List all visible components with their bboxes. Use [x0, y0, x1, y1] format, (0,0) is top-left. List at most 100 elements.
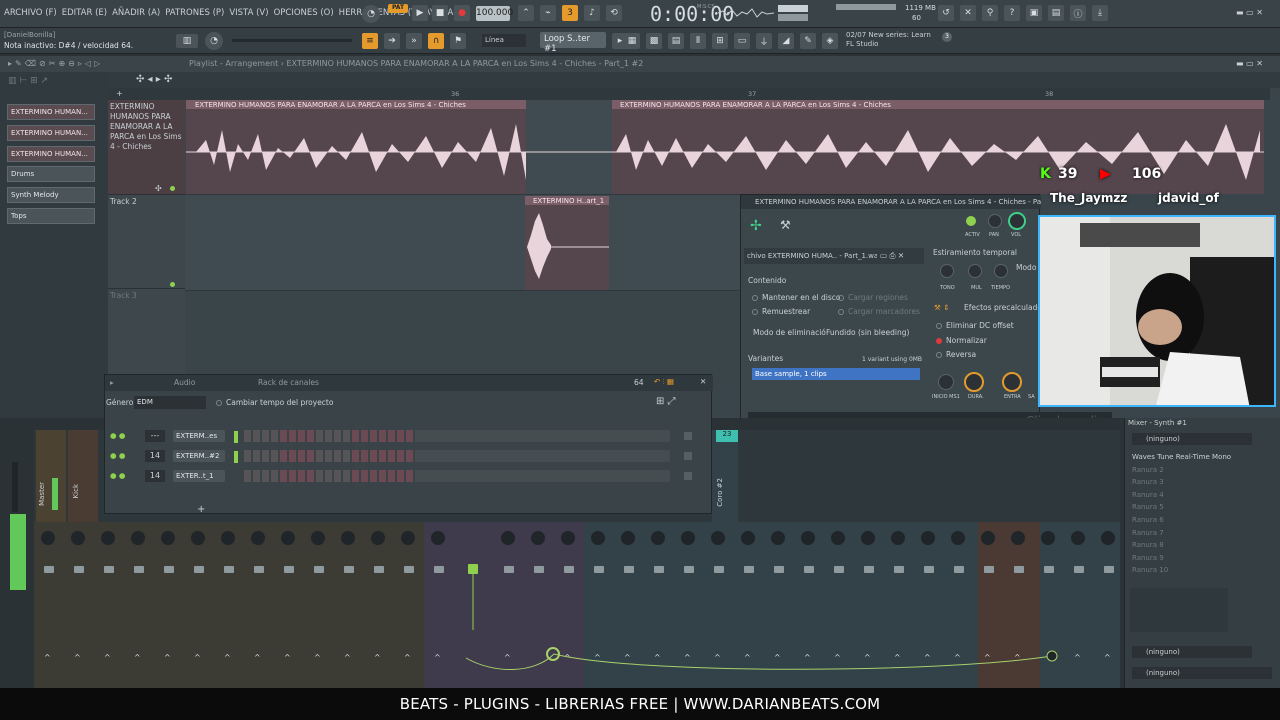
- mic-icon[interactable]: ⚲: [982, 5, 998, 21]
- step-sequencer-grid[interactable]: [234, 428, 704, 488]
- speaker-icon[interactable]: ◢: [778, 33, 794, 49]
- normalizar-option[interactable]: Normalizar: [936, 336, 987, 345]
- magnet-icon[interactable]: ∩: [428, 33, 444, 49]
- track-2-lane[interactable]: [185, 194, 745, 290]
- mantener-option[interactable]: Mantener en el disco: [752, 293, 841, 302]
- fx-slot-10[interactable]: Ranura 10: [1132, 566, 1260, 577]
- track-3-header[interactable]: [108, 288, 185, 378]
- mixer-faders[interactable]: ^ ^ ^ ^ ^ ^ ^ ^ ^ ^ ^ ^ ^ ^ ^ ^ ^ ^ ^ ^ ^ ^ ^ ^ ^ ^ ^ ^ ^ ^ ^ ^ ^: [34, 514, 1120, 684]
- rack-audio-tab[interactable]: Audio: [174, 378, 195, 387]
- picker-item[interactable]: Drums: [7, 166, 95, 182]
- add-track-icon[interactable]: +: [108, 88, 185, 100]
- coro-strip[interactable]: [712, 430, 738, 522]
- menu-opciones[interactable]: OPCIONES (O): [274, 8, 334, 18]
- track-3-lane[interactable]: [185, 290, 745, 378]
- browser-icon[interactable]: ⊞: [712, 33, 728, 49]
- track-1-active-led[interactable]: [170, 186, 175, 191]
- pan-knob[interactable]: [988, 214, 1002, 228]
- waveform-tab-icon[interactable]: ✢: [750, 218, 762, 234]
- master-pitch-track[interactable]: [232, 39, 352, 42]
- remuestrear-option[interactable]: Remuestrear: [752, 307, 810, 316]
- undo-icon[interactable]: ↺: [938, 5, 954, 21]
- fx-slot-3[interactable]: Ranura 3: [1132, 478, 1260, 489]
- record-icon[interactable]: ●: [454, 5, 470, 21]
- master-volume-knob[interactable]: ◔: [362, 5, 380, 23]
- menu-patrones[interactable]: PATRONES (P): [165, 8, 224, 18]
- reversa-option[interactable]: Reversa: [936, 350, 976, 359]
- piano-icon[interactable]: ▥: [176, 34, 198, 48]
- rack-close-icon[interactable]: ✕: [700, 377, 706, 386]
- info-icon[interactable]: ⓘ: [1070, 5, 1086, 21]
- cargar-marcadores-option[interactable]: Cargar marcadores: [838, 307, 920, 316]
- channel-3-name[interactable]: EXTER..t_1: [173, 470, 225, 482]
- playlist-nav-icons[interactable]: ✣ ◂ ▸ ✣: [136, 74, 172, 85]
- loop-record-icon[interactable]: ⟲: [606, 5, 622, 21]
- faders-icon[interactable]: ⫴: [690, 33, 706, 49]
- fx-slot-2[interactable]: Ranura 2: [1132, 466, 1260, 477]
- snap-select[interactable]: Línea: [482, 34, 526, 47]
- rack-layout-icons[interactable]: ⊞ ⤢: [656, 396, 676, 407]
- activ-knob[interactable]: [966, 216, 976, 226]
- piano-roll-icon[interactable]: ▤: [668, 33, 684, 49]
- genre-select[interactable]: EDM: [134, 396, 206, 409]
- render-icon[interactable]: ▤: [1048, 5, 1064, 21]
- menu-vista[interactable]: VISTA (V): [229, 8, 268, 18]
- wait-input-icon[interactable]: ⌁: [540, 5, 556, 21]
- pattern-select[interactable]: Loop S..ter #1: [540, 32, 606, 54]
- vol-knob[interactable]: [1008, 212, 1026, 230]
- menu-archivo[interactable]: ARCHIVO (F): [4, 8, 57, 18]
- channel-2-mixer-track[interactable]: 14: [145, 450, 165, 462]
- picker-item[interactable]: EXTERMINO HUMAN...: [7, 104, 95, 120]
- file-actions-icons[interactable]: ▭ ⎙ ✕: [880, 251, 904, 261]
- wrench-icon[interactable]: ✎: [800, 33, 816, 49]
- stamp-icon[interactable]: ⚑: [450, 33, 466, 49]
- download-icon[interactable]: ⤓: [1092, 5, 1108, 21]
- news-icon[interactable]: ◈: [822, 33, 838, 49]
- window-controls[interactable]: ▬ ▭ ✕: [1236, 8, 1263, 17]
- picker-item[interactable]: EXTERMINO HUMAN...: [7, 146, 95, 162]
- play-icon[interactable]: ▶: [412, 5, 428, 21]
- dc-offset-option[interactable]: Eliminar DC offset: [936, 321, 1014, 330]
- blend-notes-icon[interactable]: ♪: [584, 5, 600, 21]
- countdown-icon[interactable]: 3: [562, 5, 578, 21]
- fx-slot-7[interactable]: Ranura 7: [1132, 529, 1260, 540]
- channel-1-mixer-track[interactable]: ---: [145, 430, 165, 442]
- channel-1-mute[interactable]: ● ●: [110, 431, 125, 440]
- tempo-toggle[interactable]: Cambiar tempo del proyecto: [216, 398, 333, 407]
- mixer-output-select-1[interactable]: (ninguno): [1132, 646, 1252, 658]
- channel-1-name[interactable]: EXTERM..es: [173, 430, 225, 442]
- fx-slot-4[interactable]: Ranura 4: [1132, 491, 1260, 502]
- news-panel[interactable]: 02/07 New series: Learn FL Studio: [846, 31, 931, 49]
- add-channel-icon[interactable]: +: [197, 504, 205, 515]
- inicio-knob[interactable]: [938, 374, 954, 390]
- fx-slot-8[interactable]: Ranura 8: [1132, 541, 1260, 552]
- timeline-ruler[interactable]: 36 37 38: [185, 88, 1270, 100]
- menu-editar[interactable]: EDITAR (E): [62, 8, 107, 18]
- stop-icon[interactable]: ■: [432, 5, 448, 21]
- main-pitch-knob[interactable]: ◔: [205, 32, 223, 50]
- menu-anadir[interactable]: AÑADIR (A): [112, 8, 160, 18]
- playlist-tools-icons[interactable]: ▸✎⌫⊘✂⊕⊖▹◁▷: [8, 59, 103, 68]
- fx-slot-5[interactable]: Ranura 5: [1132, 503, 1260, 514]
- cargar-regiones-option[interactable]: Cargar regiones: [838, 293, 908, 302]
- track-2-header[interactable]: [108, 194, 185, 288]
- mixer-icon[interactable]: ▦: [624, 33, 640, 49]
- tempo-display[interactable]: 100.000: [476, 6, 513, 21]
- save-icon[interactable]: ▣: [1026, 5, 1042, 21]
- wrench-tab-icon[interactable]: ⚒: [780, 218, 791, 232]
- channel-rack-icon[interactable]: ▩: [646, 33, 662, 49]
- pat-song-toggle[interactable]: PAT: [388, 4, 408, 13]
- channel-3-mixer-track[interactable]: 14: [145, 470, 165, 482]
- channel-2-name[interactable]: EXTERM..#2: [173, 450, 225, 462]
- tono-knob[interactable]: [940, 264, 954, 278]
- playlist-icon[interactable]: ≡: [362, 33, 378, 49]
- tools-icon[interactable]: ✕: [960, 5, 976, 21]
- declick-select[interactable]: Fundido (sin bleeding): [826, 328, 910, 337]
- fx-slot-6[interactable]: Ranura 6: [1132, 516, 1260, 527]
- channel-3-mute[interactable]: ● ●: [110, 471, 125, 480]
- file-icon[interactable]: ▭: [734, 33, 750, 49]
- rack-menu-icon[interactable]: ▸: [110, 378, 114, 387]
- eq-display[interactable]: [1130, 588, 1228, 632]
- picker-item[interactable]: EXTERMINO HUMAN...: [7, 125, 95, 141]
- mul-knob[interactable]: [968, 264, 982, 278]
